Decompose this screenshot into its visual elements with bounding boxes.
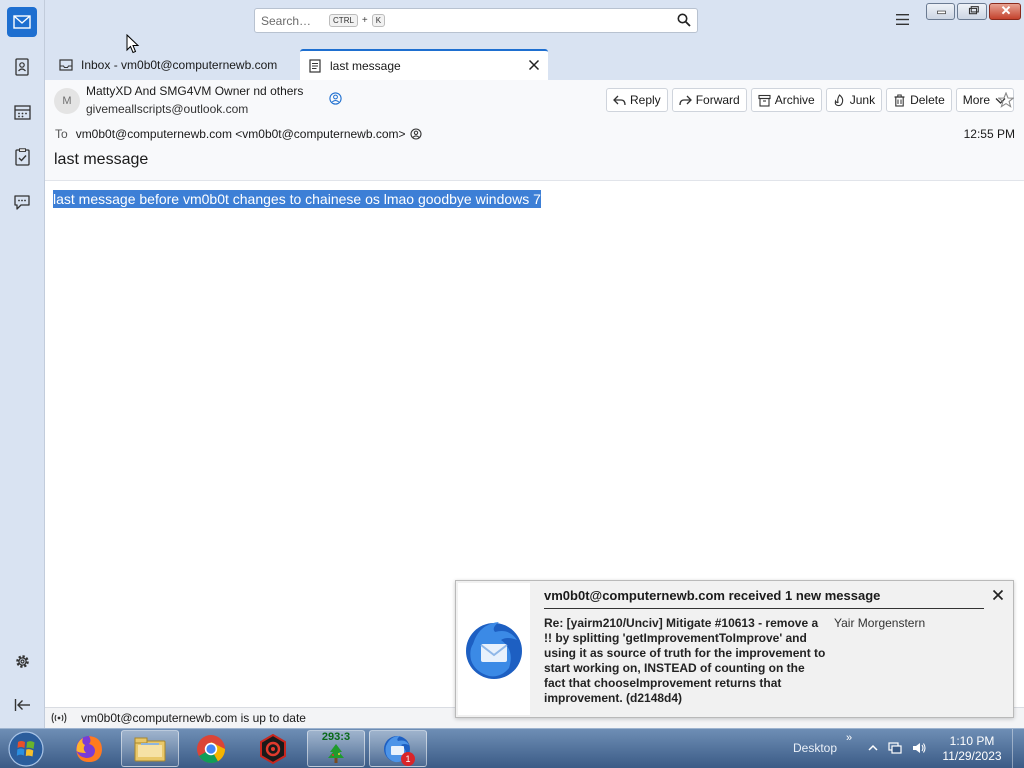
network-icon[interactable] [888,741,902,755]
reply-label: Reply [630,93,661,107]
notification-divider [544,608,984,609]
status-text: vm0b0t@computernewb.com is up to date [81,711,306,725]
search-placeholder: Search… [261,13,312,28]
message-subject: last message [54,151,149,168]
volume-icon[interactable] [912,741,926,755]
reply-icon [613,95,626,105]
close-window-button[interactable] [989,3,1021,20]
delete-button[interactable]: Delete [886,88,952,112]
spaces-toolbar [0,0,45,728]
show-hidden-icons-icon[interactable] [866,741,880,755]
gear-icon [15,654,29,668]
taskbar-thunderbird[interactable]: 1 [369,730,427,767]
collapse-left-icon [14,699,30,711]
reply-button[interactable]: Reply [606,88,668,112]
chat-space-button[interactable] [7,187,37,217]
tab-bar: Inbox - vm0b0t@computernewb.com last mes… [45,44,1024,80]
notification-subject: Re: [yairm210/Unciv] Mitigate #10613 - r… [544,616,826,705]
calendar-icon [13,105,31,120]
address-book-space-button[interactable] [7,52,37,82]
chat-icon [14,194,30,210]
start-button[interactable] [6,730,46,768]
close-icon[interactable] [992,589,1004,601]
taskbar-app-red[interactable] [244,730,302,767]
message-body[interactable]: last message before vm0b0t changes to ch… [53,190,541,208]
settings-space-button[interactable] [7,646,37,676]
thunderbird-logo [458,583,530,715]
archive-button[interactable]: Archive [750,88,822,112]
junk-icon [834,93,843,106]
recipient-address[interactable]: vm0b0t@computernewb.com <vm0b0t@computer… [76,127,406,141]
forward-button[interactable]: Forward [671,88,747,112]
taskbar-tree-app[interactable]: 293:3 [307,730,365,767]
app-red-icon [260,733,286,764]
shortcut-key-k: K [371,14,386,27]
mail-space-button[interactable] [7,7,37,37]
tasks-icon [14,148,30,166]
show-desktop-button[interactable] [1012,729,1024,768]
folder-icon [134,737,166,761]
sender-name[interactable]: MattyXD And SMG4VM Owner nd others [86,84,303,98]
trash-icon [894,94,905,107]
firefox-icon [76,735,102,762]
taskbar: 293:3 1 Desktop » 1:10 PM 11/29/2023 [0,728,1024,768]
taskbar-firefox[interactable] [60,730,118,767]
contact-icon[interactable] [409,128,422,140]
message-header: M MattyXD And SMG4VM Owner nd others giv… [45,80,1024,181]
app-menu-icon[interactable] [896,14,909,25]
notification-title: vm0b0t@computernewb.com received 1 new m… [544,588,881,603]
tree-icon [328,744,344,763]
new-mail-notification[interactable]: vm0b0t@computernewb.com received 1 new m… [455,580,1014,718]
search-icon[interactable] [677,13,691,27]
forward-label: Forward [695,93,740,107]
junk-button[interactable]: Junk [825,88,883,112]
mouse-cursor-icon [126,34,140,54]
sender-address[interactable]: givemeallscripts@outlook.com [86,102,248,116]
tab-label: last message [330,58,401,73]
collapse-spaces-button[interactable] [7,690,37,720]
clock-time: 1:10 PM [949,734,995,748]
unread-badge: 1 [401,752,415,766]
delete-label: Delete [910,93,945,107]
calendar-space-button[interactable] [7,97,37,127]
star-icon[interactable] [998,92,1014,108]
tasks-space-button[interactable] [7,142,37,172]
clock-date: 11/29/2023 [942,749,1002,763]
to-label: To [55,127,68,141]
tab-last-message[interactable]: last message [300,49,548,80]
archive-label: Archive [774,93,815,107]
notification-author: Yair Morgenstern [834,616,926,630]
archive-icon [758,94,771,107]
taskbar-explorer[interactable] [121,730,179,767]
title-bar: Search… CTRL + K [0,0,1024,44]
chrome-icon [197,734,226,763]
online-status-icon[interactable] [51,712,67,724]
forward-icon [679,95,692,105]
search-input[interactable]: Search… CTRL + K [254,8,698,33]
message-icon [309,58,321,73]
more-label: More [962,93,991,107]
minimize-button[interactable] [926,3,955,20]
tab-label: Inbox - vm0b0t@computernewb.com [81,57,278,72]
mail-icon [13,15,31,29]
tree-counter: 293:3 [321,731,351,743]
inbox-icon [59,58,73,71]
add-contact-icon[interactable] [329,92,342,105]
shortcut-plus: + [361,15,368,26]
recipient-row: To vm0b0t@computernewb.com <vm0b0t@compu… [55,127,422,141]
avatar: M [54,88,80,114]
message-time: 12:55 PM [963,127,1015,141]
message-actions: Reply Forward Archive Junk Delete More [606,88,1015,112]
junk-label: Junk [849,93,876,107]
address-book-icon [15,58,29,76]
desktop-toolbar-label[interactable]: Desktop [793,741,837,755]
close-tab-icon[interactable] [528,59,540,71]
system-clock[interactable]: 1:10 PM 11/29/2023 [940,734,1004,764]
shortcut-key-ctrl: CTRL [329,14,358,27]
taskbar-chrome[interactable] [182,730,240,767]
restore-button[interactable] [957,3,987,20]
toolbar-expand-chevrons[interactable]: » [846,732,852,744]
tab-inbox[interactable]: Inbox - vm0b0t@computernewb.com [51,49,301,80]
